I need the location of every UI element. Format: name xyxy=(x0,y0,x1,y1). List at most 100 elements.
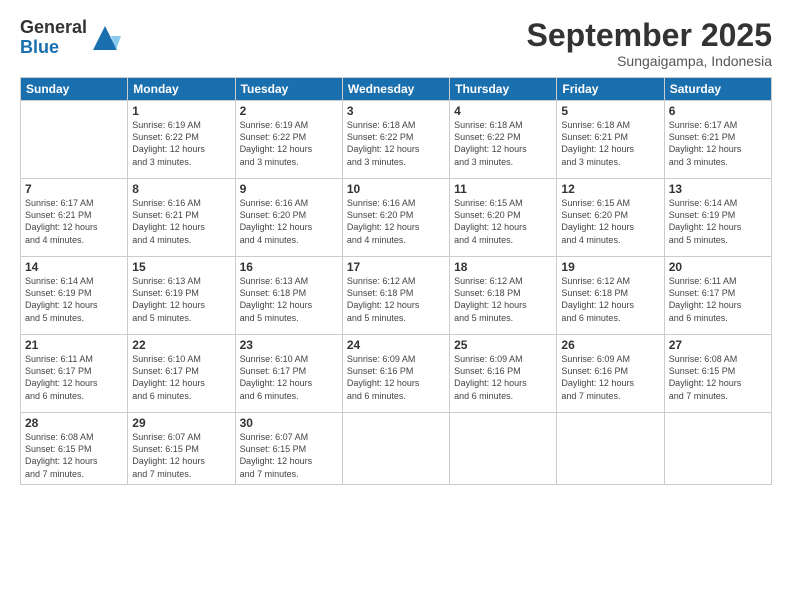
date-number: 25 xyxy=(454,338,552,352)
cell-info: Sunrise: 6:09 AM Sunset: 6:16 PM Dayligh… xyxy=(561,353,659,402)
date-number: 28 xyxy=(25,416,123,430)
table-row: 12Sunrise: 6:15 AM Sunset: 6:20 PM Dayli… xyxy=(557,179,664,257)
cell-info: Sunrise: 6:07 AM Sunset: 6:15 PM Dayligh… xyxy=(132,431,230,480)
cell-info: Sunrise: 6:11 AM Sunset: 6:17 PM Dayligh… xyxy=(669,275,767,324)
date-number: 9 xyxy=(240,182,338,196)
date-number: 11 xyxy=(454,182,552,196)
cell-info: Sunrise: 6:08 AM Sunset: 6:15 PM Dayligh… xyxy=(25,431,123,480)
cell-info: Sunrise: 6:17 AM Sunset: 6:21 PM Dayligh… xyxy=(25,197,123,246)
cell-info: Sunrise: 6:19 AM Sunset: 6:22 PM Dayligh… xyxy=(240,119,338,168)
table-row: 26Sunrise: 6:09 AM Sunset: 6:16 PM Dayli… xyxy=(557,335,664,413)
logo-text: General Blue xyxy=(20,18,87,58)
table-row: 18Sunrise: 6:12 AM Sunset: 6:18 PM Dayli… xyxy=(450,257,557,335)
date-number: 27 xyxy=(669,338,767,352)
table-row: 8Sunrise: 6:16 AM Sunset: 6:21 PM Daylig… xyxy=(128,179,235,257)
table-row: 21Sunrise: 6:11 AM Sunset: 6:17 PM Dayli… xyxy=(21,335,128,413)
cell-info: Sunrise: 6:12 AM Sunset: 6:18 PM Dayligh… xyxy=(347,275,445,324)
col-saturday: Saturday xyxy=(664,78,771,101)
header-row: Sunday Monday Tuesday Wednesday Thursday… xyxy=(21,78,772,101)
date-number: 20 xyxy=(669,260,767,274)
table-row: 23Sunrise: 6:10 AM Sunset: 6:17 PM Dayli… xyxy=(235,335,342,413)
table-row: 24Sunrise: 6:09 AM Sunset: 6:16 PM Dayli… xyxy=(342,335,449,413)
table-row: 28Sunrise: 6:08 AM Sunset: 6:15 PM Dayli… xyxy=(21,413,128,485)
col-sunday: Sunday xyxy=(21,78,128,101)
date-number: 5 xyxy=(561,104,659,118)
logo-icon xyxy=(89,22,121,54)
cell-info: Sunrise: 6:13 AM Sunset: 6:19 PM Dayligh… xyxy=(132,275,230,324)
cell-info: Sunrise: 6:16 AM Sunset: 6:20 PM Dayligh… xyxy=(347,197,445,246)
table-row: 17Sunrise: 6:12 AM Sunset: 6:18 PM Dayli… xyxy=(342,257,449,335)
table-row: 16Sunrise: 6:13 AM Sunset: 6:18 PM Dayli… xyxy=(235,257,342,335)
logo-general: General xyxy=(20,18,87,38)
subtitle: Sungaigampa, Indonesia xyxy=(527,53,772,69)
cell-info: Sunrise: 6:13 AM Sunset: 6:18 PM Dayligh… xyxy=(240,275,338,324)
cell-info: Sunrise: 6:15 AM Sunset: 6:20 PM Dayligh… xyxy=(454,197,552,246)
col-monday: Monday xyxy=(128,78,235,101)
table-row xyxy=(557,413,664,485)
table-row: 7Sunrise: 6:17 AM Sunset: 6:21 PM Daylig… xyxy=(21,179,128,257)
col-friday: Friday xyxy=(557,78,664,101)
date-number: 12 xyxy=(561,182,659,196)
date-number: 24 xyxy=(347,338,445,352)
table-row: 30Sunrise: 6:07 AM Sunset: 6:15 PM Dayli… xyxy=(235,413,342,485)
date-number: 2 xyxy=(240,104,338,118)
table-row: 13Sunrise: 6:14 AM Sunset: 6:19 PM Dayli… xyxy=(664,179,771,257)
cell-info: Sunrise: 6:17 AM Sunset: 6:21 PM Dayligh… xyxy=(669,119,767,168)
header: General Blue September 2025 Sungaigampa,… xyxy=(20,18,772,69)
date-number: 1 xyxy=(132,104,230,118)
table-row: 9Sunrise: 6:16 AM Sunset: 6:20 PM Daylig… xyxy=(235,179,342,257)
cell-info: Sunrise: 6:09 AM Sunset: 6:16 PM Dayligh… xyxy=(347,353,445,402)
table-row: 5Sunrise: 6:18 AM Sunset: 6:21 PM Daylig… xyxy=(557,101,664,179)
table-row: 15Sunrise: 6:13 AM Sunset: 6:19 PM Dayli… xyxy=(128,257,235,335)
cell-info: Sunrise: 6:18 AM Sunset: 6:22 PM Dayligh… xyxy=(454,119,552,168)
date-number: 6 xyxy=(669,104,767,118)
date-number: 15 xyxy=(132,260,230,274)
date-number: 10 xyxy=(347,182,445,196)
table-row: 6Sunrise: 6:17 AM Sunset: 6:21 PM Daylig… xyxy=(664,101,771,179)
date-number: 22 xyxy=(132,338,230,352)
table-row: 4Sunrise: 6:18 AM Sunset: 6:22 PM Daylig… xyxy=(450,101,557,179)
cell-info: Sunrise: 6:18 AM Sunset: 6:21 PM Dayligh… xyxy=(561,119,659,168)
title-block: September 2025 Sungaigampa, Indonesia xyxy=(527,18,772,69)
cell-info: Sunrise: 6:07 AM Sunset: 6:15 PM Dayligh… xyxy=(240,431,338,480)
col-thursday: Thursday xyxy=(450,78,557,101)
date-number: 17 xyxy=(347,260,445,274)
cell-info: Sunrise: 6:14 AM Sunset: 6:19 PM Dayligh… xyxy=(669,197,767,246)
table-row: 22Sunrise: 6:10 AM Sunset: 6:17 PM Dayli… xyxy=(128,335,235,413)
date-number: 16 xyxy=(240,260,338,274)
cell-info: Sunrise: 6:16 AM Sunset: 6:20 PM Dayligh… xyxy=(240,197,338,246)
date-number: 26 xyxy=(561,338,659,352)
table-row: 19Sunrise: 6:12 AM Sunset: 6:18 PM Dayli… xyxy=(557,257,664,335)
cell-info: Sunrise: 6:16 AM Sunset: 6:21 PM Dayligh… xyxy=(132,197,230,246)
date-number: 13 xyxy=(669,182,767,196)
table-row xyxy=(21,101,128,179)
date-number: 3 xyxy=(347,104,445,118)
date-number: 7 xyxy=(25,182,123,196)
logo: General Blue xyxy=(20,18,121,58)
col-wednesday: Wednesday xyxy=(342,78,449,101)
table-row xyxy=(664,413,771,485)
date-number: 4 xyxy=(454,104,552,118)
date-number: 14 xyxy=(25,260,123,274)
calendar-table: Sunday Monday Tuesday Wednesday Thursday… xyxy=(20,77,772,485)
table-row: 14Sunrise: 6:14 AM Sunset: 6:19 PM Dayli… xyxy=(21,257,128,335)
table-row: 2Sunrise: 6:19 AM Sunset: 6:22 PM Daylig… xyxy=(235,101,342,179)
cell-info: Sunrise: 6:08 AM Sunset: 6:15 PM Dayligh… xyxy=(669,353,767,402)
cell-info: Sunrise: 6:12 AM Sunset: 6:18 PM Dayligh… xyxy=(561,275,659,324)
table-row: 20Sunrise: 6:11 AM Sunset: 6:17 PM Dayli… xyxy=(664,257,771,335)
logo-blue: Blue xyxy=(20,38,87,58)
table-row: 1Sunrise: 6:19 AM Sunset: 6:22 PM Daylig… xyxy=(128,101,235,179)
table-row: 3Sunrise: 6:18 AM Sunset: 6:22 PM Daylig… xyxy=(342,101,449,179)
date-number: 8 xyxy=(132,182,230,196)
date-number: 30 xyxy=(240,416,338,430)
page: General Blue September 2025 Sungaigampa,… xyxy=(0,0,792,612)
cell-info: Sunrise: 6:10 AM Sunset: 6:17 PM Dayligh… xyxy=(240,353,338,402)
cell-info: Sunrise: 6:09 AM Sunset: 6:16 PM Dayligh… xyxy=(454,353,552,402)
cell-info: Sunrise: 6:14 AM Sunset: 6:19 PM Dayligh… xyxy=(25,275,123,324)
cell-info: Sunrise: 6:12 AM Sunset: 6:18 PM Dayligh… xyxy=(454,275,552,324)
month-title: September 2025 xyxy=(527,18,772,53)
table-row xyxy=(450,413,557,485)
table-row: 10Sunrise: 6:16 AM Sunset: 6:20 PM Dayli… xyxy=(342,179,449,257)
table-row: 11Sunrise: 6:15 AM Sunset: 6:20 PM Dayli… xyxy=(450,179,557,257)
date-number: 21 xyxy=(25,338,123,352)
